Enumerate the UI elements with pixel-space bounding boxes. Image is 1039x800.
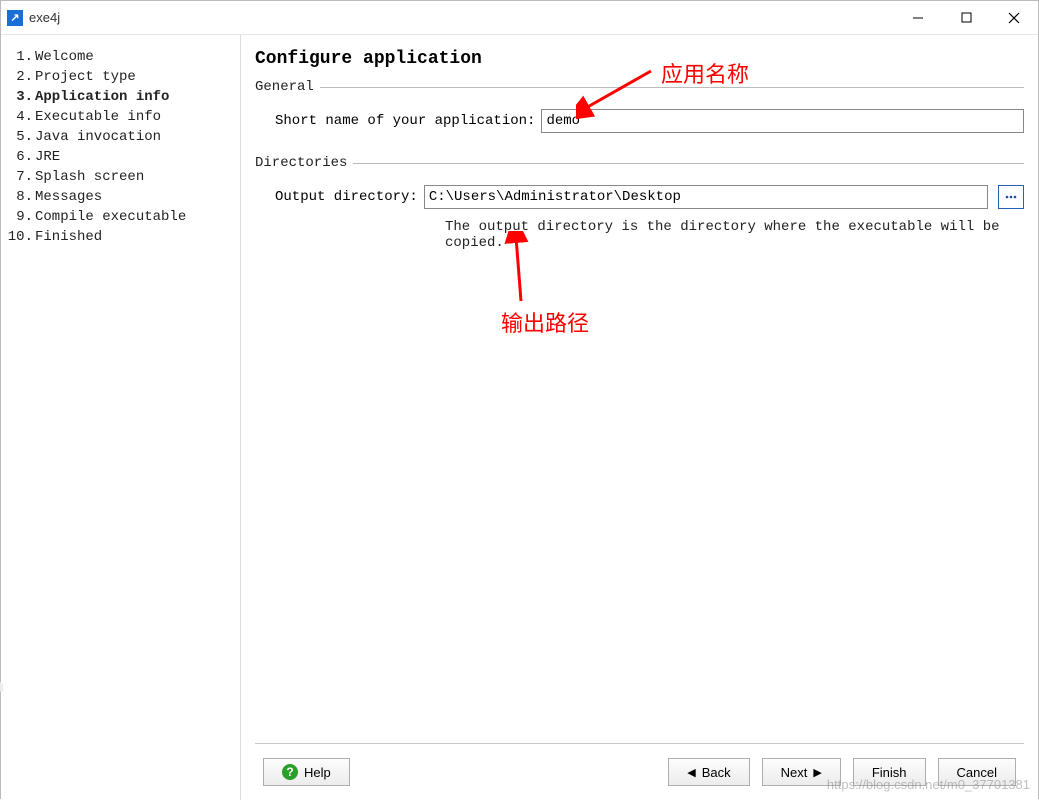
close-button[interactable] (990, 1, 1038, 35)
finish-button[interactable]: Finish (853, 758, 926, 786)
cancel-button[interactable]: Cancel (938, 758, 1016, 786)
next-label: Next (781, 765, 808, 780)
close-icon (1008, 12, 1020, 24)
sidebar-watermark: exe4j (0, 678, 5, 788)
step-java-invocation[interactable]: 5.Java invocation (7, 127, 240, 147)
step-jre[interactable]: 6.JRE (7, 147, 240, 167)
step-welcome[interactable]: 1.Welcome (7, 47, 240, 67)
maximize-button[interactable] (942, 1, 990, 35)
wizard-steps-sidebar: 1.Welcome 2.Project type 3.Application i… (1, 35, 241, 800)
steps-list: 1.Welcome 2.Project type 3.Application i… (1, 47, 240, 247)
output-dir-helper: The output directory is the directory wh… (445, 219, 1024, 251)
window-controls (894, 1, 1038, 35)
group-general-legend: General (255, 79, 320, 95)
step-application-info[interactable]: 3.Application info (7, 87, 240, 107)
maximize-icon (961, 12, 972, 23)
output-dir-input[interactable] (424, 185, 988, 209)
main-panel: Configure application General Short name… (241, 35, 1038, 800)
browse-button[interactable] (998, 185, 1024, 209)
step-finished[interactable]: 10.Finished (7, 227, 240, 247)
group-directories: Directories Output directory: The output… (255, 155, 1024, 251)
help-button[interactable]: ? Help (263, 758, 350, 786)
minimize-button[interactable] (894, 1, 942, 35)
cancel-label: Cancel (957, 765, 997, 780)
finish-label: Finish (872, 765, 907, 780)
minimize-icon (912, 12, 924, 24)
app-icon: ↗ (7, 10, 23, 26)
help-icon: ? (282, 764, 298, 780)
wizard-footer: ? Help ◀ Back Next ▶ Finish Cancel (255, 743, 1024, 800)
back-label: Back (702, 765, 731, 780)
step-messages[interactable]: 8.Messages (7, 187, 240, 207)
short-name-label: Short name of your application: (275, 113, 535, 129)
help-label: Help (304, 765, 331, 780)
back-button[interactable]: ◀ Back (668, 758, 749, 786)
step-project-type[interactable]: 2.Project type (7, 67, 240, 87)
ellipsis-icon (1004, 190, 1018, 204)
output-dir-label: Output directory: (275, 189, 418, 205)
short-name-input[interactable] (541, 109, 1024, 133)
window-title: exe4j (29, 10, 60, 25)
group-directories-legend: Directories (255, 155, 353, 171)
step-executable-info[interactable]: 4.Executable info (7, 107, 240, 127)
next-button[interactable]: Next ▶ (762, 758, 841, 786)
titlebar: ↗ exe4j (1, 1, 1038, 35)
step-compile-executable[interactable]: 9.Compile executable (7, 207, 240, 227)
triangle-left-icon: ◀ (687, 766, 695, 779)
step-splash-screen[interactable]: 7.Splash screen (7, 167, 240, 187)
page-title: Configure application (255, 49, 1024, 69)
triangle-right-icon: ▶ (813, 766, 821, 779)
group-general: General Short name of your application: (255, 79, 1024, 133)
